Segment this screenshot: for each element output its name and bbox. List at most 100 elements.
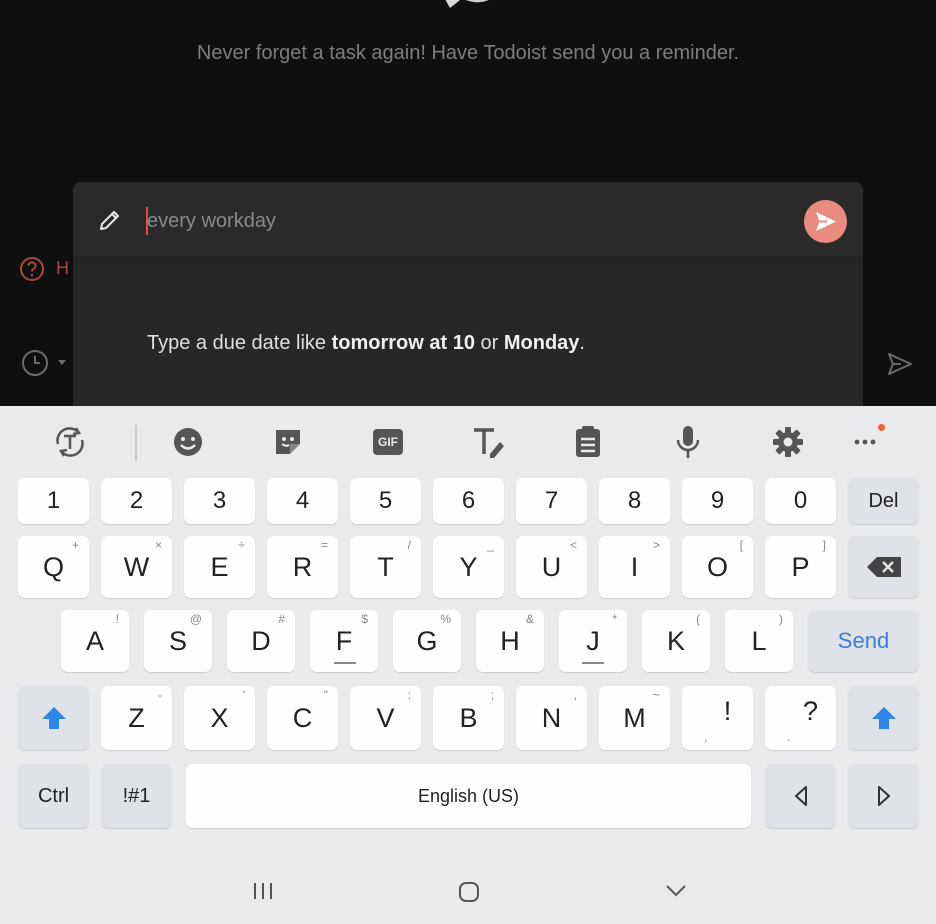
key-n[interactable]: ,N (516, 686, 587, 750)
key-x[interactable]: ' X (184, 686, 255, 750)
shift-icon (871, 707, 896, 729)
gif-icon[interactable]: GIF (368, 422, 408, 462)
space-bar[interactable]: English (US) (186, 764, 751, 828)
key-7[interactable]: 7 (516, 478, 587, 524)
key-8[interactable]: 8 (599, 478, 670, 524)
key-g-label: G (416, 625, 438, 656)
hint-mid: or (474, 332, 504, 354)
settings-icon[interactable] (768, 422, 808, 462)
key-s-alt: @ (189, 612, 202, 626)
key-k[interactable]: (K (642, 610, 710, 672)
key-question[interactable]: .? (765, 686, 836, 750)
backspace-key[interactable] (848, 536, 919, 598)
notification-dot (878, 424, 885, 431)
ctrl-key[interactable]: Ctrl (18, 764, 89, 828)
key-question-label: ? (802, 695, 819, 726)
key-z[interactable]: -Z (101, 686, 172, 750)
hint-suffix: . (579, 332, 585, 354)
key-i-alt: > (652, 538, 660, 552)
key-y-alt: _ (487, 538, 494, 552)
key-exclamation[interactable]: ,! (682, 686, 753, 750)
del-key[interactable]: Del (848, 478, 919, 524)
add-task-send-button[interactable] (804, 200, 847, 243)
gif-label: GIF (373, 429, 403, 455)
emoji-icon[interactable] (168, 422, 208, 462)
microphone-icon[interactable] (668, 422, 708, 462)
key-k-label: K (666, 625, 685, 656)
key-exclamation-alt: , (704, 730, 708, 744)
key-c-alt: " (323, 688, 328, 702)
key-0[interactable]: 0 (765, 478, 836, 524)
key-r[interactable]: = R (267, 536, 338, 598)
key-a[interactable]: ! A (61, 610, 129, 672)
send-key[interactable]: Send (808, 610, 919, 672)
key-o[interactable]: [O (682, 536, 753, 598)
text-recognition-icon[interactable] (50, 422, 90, 462)
key-g[interactable]: % G (393, 610, 461, 672)
recent-apps-icon[interactable] (252, 881, 274, 901)
key-a-label: A (85, 625, 104, 656)
text-style-icon[interactable] (468, 422, 508, 462)
key-2[interactable]: 2 (101, 478, 172, 524)
key-u[interactable]: < U (516, 536, 587, 598)
key-question-alt: . (787, 730, 791, 744)
help-icon[interactable] (19, 256, 45, 282)
hint-prefix: Type a due date like (147, 332, 332, 354)
key-c-label: C (292, 702, 313, 733)
key-c[interactable]: " C (267, 686, 338, 750)
key-9[interactable]: 9 (682, 478, 753, 524)
key-6[interactable]: 6 (433, 478, 504, 524)
reminder-message: Never forget a task again! Have Todoist … (196, 42, 740, 64)
key-j-alt: * (612, 612, 617, 626)
key-q-alt: + (71, 538, 79, 552)
hide-keyboard-icon[interactable] (664, 882, 688, 900)
key-p-label: P (791, 551, 810, 582)
key-h[interactable]: & H (476, 610, 544, 672)
key-e[interactable]: ÷ E (184, 536, 255, 598)
key-b[interactable]: ; B (433, 686, 504, 750)
keyboard: GIF 1 2 3 4 5 6 7 8 9 0 Del + Q × W ÷ E = R … (0, 406, 936, 924)
key-d[interactable]: # D (227, 610, 295, 672)
key-t-label: T (377, 551, 394, 582)
key-p[interactable]: ] P (765, 536, 836, 598)
shift-key-left[interactable] (18, 686, 89, 750)
key-m-label: M (623, 702, 646, 733)
key-f[interactable]: $ F (310, 610, 378, 672)
backspace-icon (866, 557, 901, 577)
key-w[interactable]: × W (101, 536, 172, 598)
key-y[interactable]: _ Y (433, 536, 504, 598)
key-4[interactable]: 4 (267, 478, 338, 524)
key-3[interactable]: 3 (184, 478, 255, 524)
key-d-alt: # (278, 612, 285, 626)
key-b-alt: ; (490, 688, 494, 702)
key-t[interactable]: / T (350, 536, 421, 598)
key-i[interactable]: > I (599, 536, 670, 598)
key-q[interactable]: + Q (18, 536, 89, 598)
key-o-label: O (706, 551, 728, 582)
symbols-key[interactable]: !#1 (101, 764, 172, 828)
key-l[interactable]: ) L (725, 610, 793, 672)
cursor-right-key[interactable] (848, 764, 919, 828)
key-f-alt: $ (361, 612, 368, 626)
key-f-label: F (335, 625, 353, 656)
task-input[interactable]: every workday (147, 207, 276, 235)
shift-key-right[interactable] (848, 686, 919, 750)
key-m[interactable]: ~ M (599, 686, 670, 750)
background-send-icon[interactable] (886, 350, 914, 378)
clipboard-icon[interactable] (568, 422, 608, 462)
home-icon[interactable] (457, 880, 481, 904)
cursor-left-key[interactable] (765, 764, 836, 828)
key-v[interactable]: :V (350, 686, 421, 750)
reminder-clock-icon[interactable] (22, 349, 68, 377)
key-j[interactable]: * J (559, 610, 627, 672)
toolbar-divider (135, 425, 137, 461)
key-p-alt: ] (822, 538, 826, 552)
key-d-label: D (251, 625, 271, 656)
key-1[interactable]: 1 (18, 478, 89, 524)
key-5[interactable]: 5 (350, 478, 421, 524)
sticker-icon[interactable] (268, 422, 308, 462)
key-s[interactable]: @ S (144, 610, 212, 672)
help-label[interactable]: H (56, 258, 69, 279)
key-i-label: I (630, 551, 639, 582)
key-o-alt: [ (739, 538, 743, 552)
